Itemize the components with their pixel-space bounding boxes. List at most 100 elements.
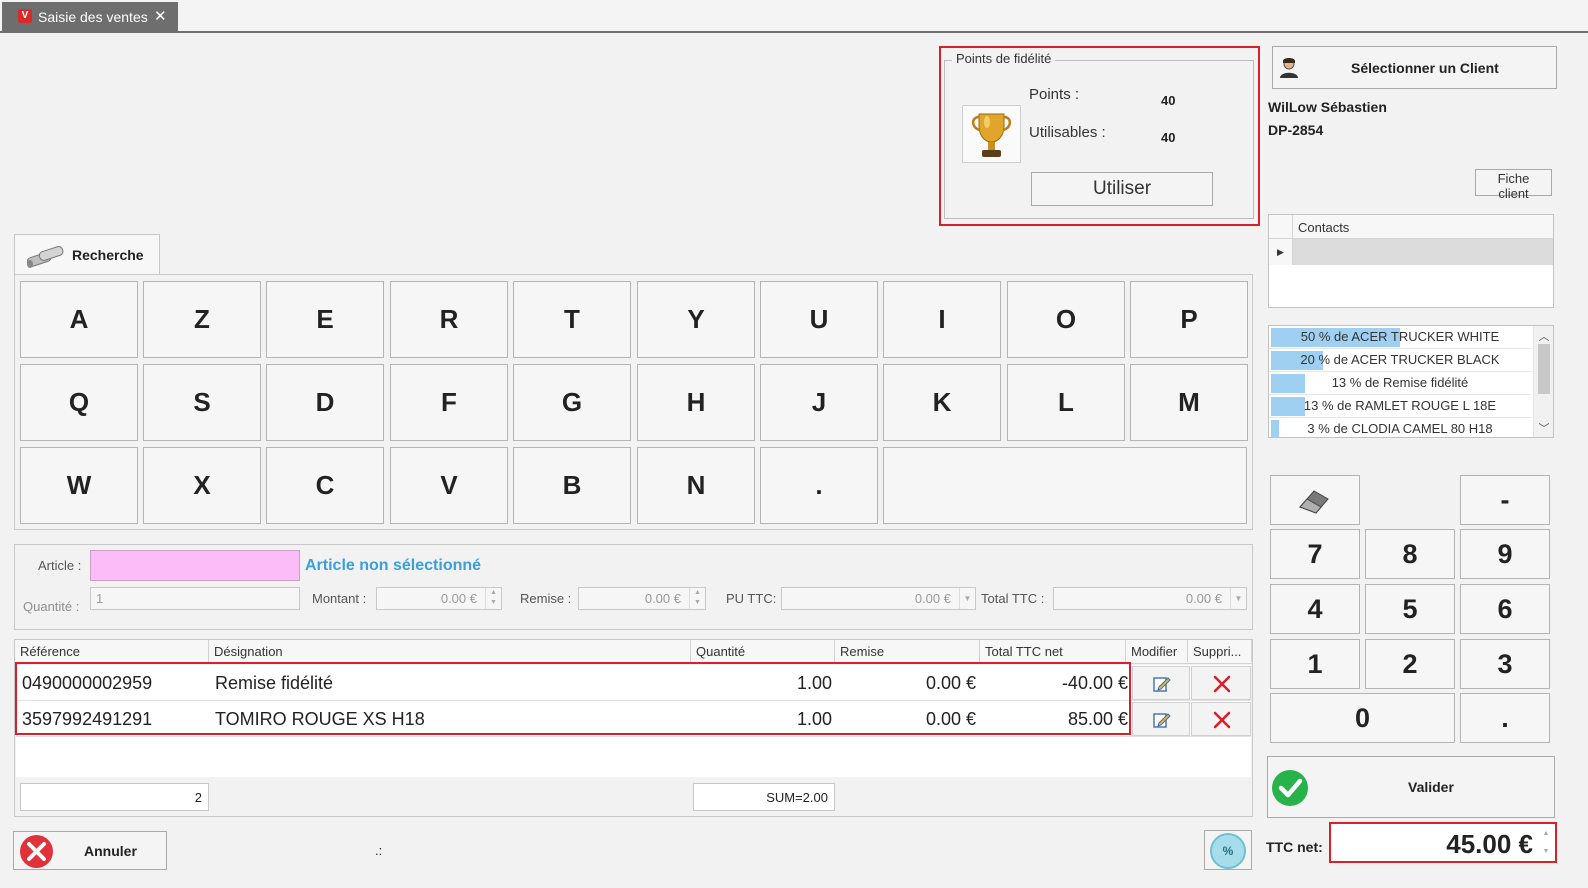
ttc-net-spinner-icon[interactable]: ▲ ▼ bbox=[1538, 825, 1554, 862]
key-f[interactable]: F bbox=[390, 364, 508, 441]
numpad-key-4[interactable]: 4 bbox=[1270, 584, 1360, 634]
numpad-key-1[interactable]: 1 bbox=[1270, 639, 1360, 689]
article-input[interactable] bbox=[90, 550, 300, 581]
unit-price-dropdown-icon[interactable]: ▼ bbox=[959, 588, 975, 609]
numpad-key-8[interactable]: 8 bbox=[1365, 529, 1455, 579]
numpad-key-9[interactable]: 9 bbox=[1460, 529, 1550, 579]
unit-price-label: PU TTC: bbox=[726, 591, 777, 606]
col-discount[interactable]: Remise bbox=[835, 640, 980, 662]
amount-field[interactable]: 0.00 € ▲ ▼ bbox=[376, 587, 502, 610]
discount-spinner-icon[interactable]: ▲ ▼ bbox=[689, 588, 705, 609]
key-p[interactable]: P bbox=[1130, 281, 1248, 358]
key-k[interactable]: K bbox=[883, 364, 1001, 441]
delete-icon[interactable] bbox=[1191, 702, 1251, 736]
scroll-up-icon[interactable]: ︿ bbox=[1534, 328, 1553, 344]
edit-icon[interactable] bbox=[1132, 702, 1190, 736]
key-v[interactable]: V bbox=[390, 447, 508, 524]
promotion-item[interactable]: 13 % de Remise fidélité bbox=[1269, 372, 1531, 395]
key-g[interactable]: G bbox=[513, 364, 631, 441]
key-a[interactable]: A bbox=[20, 281, 138, 358]
use-points-button[interactable]: Utiliser bbox=[1031, 172, 1213, 206]
key-j[interactable]: J bbox=[760, 364, 878, 441]
promotion-item[interactable]: 50 % de ACER TRUCKER WHITE bbox=[1269, 326, 1531, 349]
key-q[interactable]: Q bbox=[20, 364, 138, 441]
key-t[interactable]: T bbox=[513, 281, 631, 358]
promotion-item[interactable]: 13 % de RAMLET ROUGE L 18E bbox=[1269, 395, 1531, 418]
article-status: Article non sélectionné bbox=[305, 557, 482, 574]
amount-spinner-icon[interactable]: ▲ ▼ bbox=[485, 588, 501, 609]
cancel-label: Annuler bbox=[84, 843, 137, 859]
numpad-key-7[interactable]: 7 bbox=[1270, 529, 1360, 579]
amount-label: Montant : bbox=[312, 591, 367, 606]
search-tab[interactable]: Recherche bbox=[14, 234, 160, 275]
key-u[interactable]: U bbox=[760, 281, 878, 358]
quantity-sum: SUM=2.00 bbox=[693, 783, 835, 811]
promotions-scrollbar[interactable]: ︿ ﹀ bbox=[1533, 326, 1553, 437]
col-reference[interactable]: Référence bbox=[15, 640, 209, 662]
key-n[interactable]: N bbox=[637, 447, 755, 524]
contacts-grid[interactable]: Contacts ▶ bbox=[1268, 214, 1554, 308]
numpad-key-5[interactable]: 5 bbox=[1365, 584, 1455, 634]
col-quantity[interactable]: Quantité bbox=[691, 640, 835, 662]
total-field[interactable]: 0.00 € ▼ bbox=[1053, 587, 1247, 610]
key-l[interactable]: L bbox=[1007, 364, 1125, 441]
tab-title: Saisie des ventes bbox=[38, 9, 148, 25]
key-m[interactable]: M bbox=[1130, 364, 1248, 441]
key-o[interactable]: O bbox=[1007, 281, 1125, 358]
key-x[interactable]: X bbox=[143, 447, 261, 524]
col-modify[interactable]: Modifier bbox=[1126, 640, 1188, 662]
discount-field[interactable]: 0.00 € ▲ ▼ bbox=[578, 587, 706, 610]
key-dot[interactable]: . bbox=[760, 447, 878, 524]
select-client-button[interactable]: Sélectionner un Client bbox=[1272, 46, 1557, 89]
contacts-row[interactable] bbox=[1293, 239, 1553, 265]
discount-button[interactable]: % bbox=[1204, 830, 1252, 870]
usable-points-value: 40 bbox=[1161, 130, 1176, 145]
ttc-net-field[interactable]: 45.00 € ▲ ▼ bbox=[1329, 822, 1557, 863]
promotions-list[interactable]: 50 % de ACER TRUCKER WHITE 20 % de ACER T… bbox=[1268, 325, 1554, 438]
numpad-key-minus[interactable]: - bbox=[1460, 475, 1550, 525]
loyalty-legend: Points de fidélité bbox=[952, 51, 1056, 66]
col-total[interactable]: Total TTC net bbox=[980, 640, 1126, 662]
key-e[interactable]: E bbox=[266, 281, 384, 358]
key-w[interactable]: W bbox=[20, 447, 138, 524]
key-d[interactable]: D bbox=[266, 364, 384, 441]
promotion-item[interactable]: 20 % de ACER TRUCKER BLACK bbox=[1269, 349, 1531, 372]
total-dropdown-icon[interactable]: ▼ bbox=[1230, 588, 1246, 609]
quantity-field[interactable]: 1 bbox=[90, 587, 300, 610]
unit-price-field[interactable]: 0.00 € ▼ bbox=[781, 587, 976, 610]
key-r[interactable]: R bbox=[390, 281, 508, 358]
key-i[interactable]: I bbox=[883, 281, 1001, 358]
scroll-thumb[interactable] bbox=[1538, 344, 1550, 394]
eraser-button[interactable] bbox=[1270, 475, 1360, 525]
numpad-key-dot[interactable]: . bbox=[1460, 693, 1550, 743]
edit-icon[interactable] bbox=[1132, 666, 1190, 700]
tab-saisie-des-ventes[interactable]: V Saisie des ventes ✕ bbox=[2, 2, 178, 31]
close-icon[interactable]: ✕ bbox=[154, 7, 167, 25]
key-b[interactable]: B bbox=[513, 447, 631, 524]
eraser-icon bbox=[1299, 490, 1329, 514]
scroll-down-icon[interactable]: ﹀ bbox=[1534, 420, 1553, 436]
client-card-button[interactable]: Fiche client bbox=[1475, 169, 1552, 201]
validate-button[interactable]: Valider bbox=[1267, 756, 1555, 818]
numpad-key-2[interactable]: 2 bbox=[1365, 639, 1455, 689]
col-designation[interactable]: Désignation bbox=[209, 640, 691, 662]
numpad-key-6[interactable]: 6 bbox=[1460, 584, 1550, 634]
promotion-item[interactable]: 3 % de CLODIA CAMEL 80 H18 bbox=[1269, 418, 1531, 437]
key-z[interactable]: Z bbox=[143, 281, 261, 358]
key-s[interactable]: S bbox=[143, 364, 261, 441]
numpad-key-3[interactable]: 3 bbox=[1460, 639, 1550, 689]
client-code: DP-2854 bbox=[1268, 122, 1324, 138]
trophy-icon bbox=[962, 105, 1021, 163]
quantity-value: 1 bbox=[96, 591, 104, 606]
delete-icon[interactable] bbox=[1191, 666, 1251, 700]
numpad-key-0[interactable]: 0 bbox=[1270, 693, 1455, 743]
key-c[interactable]: C bbox=[266, 447, 384, 524]
key-y[interactable]: Y bbox=[637, 281, 755, 358]
promotion-label: 50 % de ACER TRUCKER WHITE bbox=[1300, 329, 1500, 344]
numpad: - 789 456 1230. bbox=[1268, 472, 1554, 748]
key-h[interactable]: H bbox=[637, 364, 755, 441]
cancel-button[interactable]: Annuler bbox=[13, 831, 167, 870]
col-delete[interactable]: Suppri... bbox=[1188, 640, 1252, 662]
keyboard-empty-cell bbox=[883, 447, 1247, 524]
status-text: .: bbox=[375, 843, 383, 858]
